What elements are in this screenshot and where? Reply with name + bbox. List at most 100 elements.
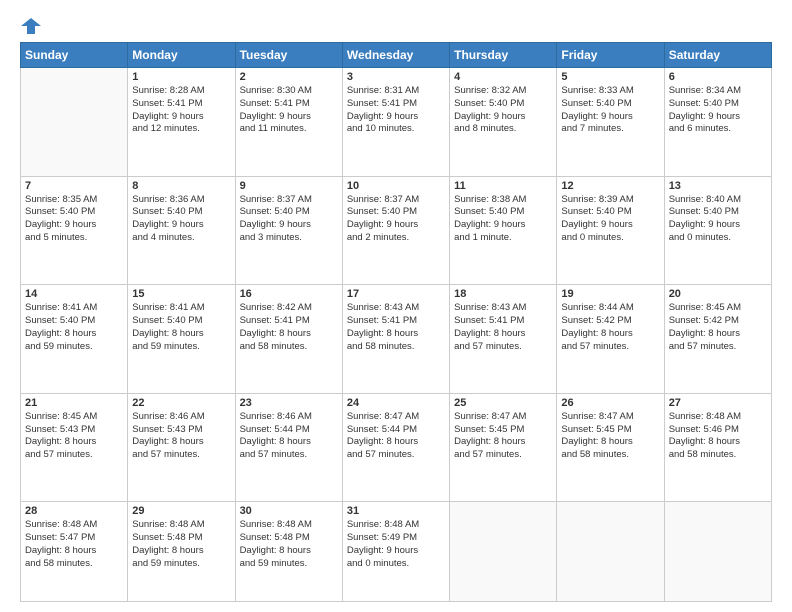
day-number: 28 (25, 505, 123, 517)
calendar-cell: 14 Sunrise: 8:41 AM Sunset: 5:40 PM Dayli… (21, 285, 128, 394)
day-number: 30 (240, 505, 338, 517)
day-number: 3 (347, 71, 445, 83)
day-info: Sunrise: 8:43 AM Sunset: 5:41 PM Dayligh… (347, 302, 445, 353)
day-number: 9 (240, 180, 338, 192)
calendar-cell: 27 Sunrise: 8:48 AM Sunset: 5:46 PM Dayli… (664, 393, 771, 502)
calendar-cell: 15Sunrise: 8:41 AM Sunset: 5:40 PM Dayli… (128, 285, 235, 394)
day-number: 19 (561, 288, 659, 300)
day-number: 29 (132, 505, 230, 517)
calendar-week-row: 14 Sunrise: 8:41 AM Sunset: 5:40 PM Dayli… (21, 285, 772, 394)
day-info: Sunrise: 8:46 AM Sunset: 5:44 PM Dayligh… (240, 411, 338, 462)
calendar-cell: 18 Sunrise: 8:43 AM Sunset: 5:41 PM Dayli… (450, 285, 557, 394)
calendar-week-row: 1 Sunrise: 8:28 AM Sunset: 5:41 PM Daylig… (21, 68, 772, 177)
calendar-week-row: 21 Sunrise: 8:45 AM Sunset: 5:43 PM Dayli… (21, 393, 772, 502)
day-info: Sunrise: 8:48 AM Sunset: 5:48 PM Dayligh… (240, 519, 338, 570)
calendar-cell: 1 Sunrise: 8:28 AM Sunset: 5:41 PM Daylig… (128, 68, 235, 177)
day-number: 26 (561, 397, 659, 409)
day-info: Sunrise: 8:48 AM Sunset: 5:49 PM Dayligh… (347, 519, 445, 570)
day-info: Sunrise: 8:34 AM Sunset: 5:40 PM Dayligh… (669, 85, 767, 136)
weekday-header-monday: Monday (128, 43, 235, 68)
calendar-cell: 25 Sunrise: 8:47 AM Sunset: 5:45 PM Dayli… (450, 393, 557, 502)
day-number: 5 (561, 71, 659, 83)
day-info: Sunrise: 8:30 AM Sunset: 5:41 PM Dayligh… (240, 85, 338, 136)
day-info: Sunrise: 8:46 AM Sunset: 5:43 PM Dayligh… (132, 411, 230, 462)
calendar-cell: 24 Sunrise: 8:47 AM Sunset: 5:44 PM Dayli… (342, 393, 449, 502)
calendar-cell: 5 Sunrise: 8:33 AM Sunset: 5:40 PM Daylig… (557, 68, 664, 177)
day-info: Sunrise: 8:41 AM Sunset: 5:40 PM Dayligh… (25, 302, 123, 353)
calendar-cell: 31 Sunrise: 8:48 AM Sunset: 5:49 PM Dayli… (342, 502, 449, 602)
day-number: 12 (561, 180, 659, 192)
calendar-table: SundayMondayTuesdayWednesdayThursdayFrid… (20, 42, 772, 602)
day-info: Sunrise: 8:44 AM Sunset: 5:42 PM Dayligh… (561, 302, 659, 353)
day-number: 4 (454, 71, 552, 83)
calendar-cell: 2 Sunrise: 8:30 AM Sunset: 5:41 PM Daylig… (235, 68, 342, 177)
day-info: Sunrise: 8:48 AM Sunset: 5:47 PM Dayligh… (25, 519, 123, 570)
calendar-cell: 12 Sunrise: 8:39 AM Sunset: 5:40 PM Dayli… (557, 176, 664, 285)
day-info: Sunrise: 8:31 AM Sunset: 5:41 PM Dayligh… (347, 85, 445, 136)
day-number: 1 (132, 71, 230, 83)
calendar-header-row: SundayMondayTuesdayWednesdayThursdayFrid… (21, 43, 772, 68)
weekday-header-friday: Friday (557, 43, 664, 68)
day-number: 7 (25, 180, 123, 192)
day-number: 31 (347, 505, 445, 517)
weekday-header-thursday: Thursday (450, 43, 557, 68)
day-info: Sunrise: 8:47 AM Sunset: 5:44 PM Dayligh… (347, 411, 445, 462)
day-number: 2 (240, 71, 338, 83)
calendar-cell: 7 Sunrise: 8:35 AM Sunset: 5:40 PM Daylig… (21, 176, 128, 285)
day-info: Sunrise: 8:33 AM Sunset: 5:40 PM Dayligh… (561, 85, 659, 136)
day-info: Sunrise: 8:36 AM Sunset: 5:40 PM Dayligh… (132, 194, 230, 245)
calendar-cell: 17Sunrise: 8:43 AM Sunset: 5:41 PM Dayli… (342, 285, 449, 394)
weekday-header-sunday: Sunday (21, 43, 128, 68)
day-number: 11 (454, 180, 552, 192)
calendar-cell: 10 Sunrise: 8:37 AM Sunset: 5:40 PM Dayli… (342, 176, 449, 285)
calendar-cell (21, 68, 128, 177)
calendar-cell: 13Sunrise: 8:40 AM Sunset: 5:40 PM Dayli… (664, 176, 771, 285)
day-info: Sunrise: 8:45 AM Sunset: 5:42 PM Dayligh… (669, 302, 767, 353)
day-number: 10 (347, 180, 445, 192)
day-number: 14 (25, 288, 123, 300)
calendar-cell: 26Sunrise: 8:47 AM Sunset: 5:45 PM Dayli… (557, 393, 664, 502)
weekday-header-tuesday: Tuesday (235, 43, 342, 68)
day-info: Sunrise: 8:45 AM Sunset: 5:43 PM Dayligh… (25, 411, 123, 462)
calendar-cell: 3 Sunrise: 8:31 AM Sunset: 5:41 PM Daylig… (342, 68, 449, 177)
day-info: Sunrise: 8:35 AM Sunset: 5:40 PM Dayligh… (25, 194, 123, 245)
header (20, 16, 772, 32)
calendar-cell: 28 Sunrise: 8:48 AM Sunset: 5:47 PM Dayli… (21, 502, 128, 602)
day-info: Sunrise: 8:37 AM Sunset: 5:40 PM Dayligh… (347, 194, 445, 245)
day-info: Sunrise: 8:39 AM Sunset: 5:40 PM Dayligh… (561, 194, 659, 245)
day-number: 24 (347, 397, 445, 409)
calendar-cell (664, 502, 771, 602)
day-number: 27 (669, 397, 767, 409)
day-number: 18 (454, 288, 552, 300)
day-info: Sunrise: 8:48 AM Sunset: 5:46 PM Dayligh… (669, 411, 767, 462)
logo (20, 16, 42, 32)
weekday-header-wednesday: Wednesday (342, 43, 449, 68)
calendar-cell: 6 Sunrise: 8:34 AM Sunset: 5:40 PM Daylig… (664, 68, 771, 177)
day-info: Sunrise: 8:41 AM Sunset: 5:40 PM Dayligh… (132, 302, 230, 353)
day-number: 23 (240, 397, 338, 409)
day-info: Sunrise: 8:40 AM Sunset: 5:40 PM Dayligh… (669, 194, 767, 245)
logo-bird-icon (21, 16, 41, 36)
day-number: 8 (132, 180, 230, 192)
day-number: 25 (454, 397, 552, 409)
calendar-cell: 20Sunrise: 8:45 AM Sunset: 5:42 PM Dayli… (664, 285, 771, 394)
calendar-cell: 30 Sunrise: 8:48 AM Sunset: 5:48 PM Dayli… (235, 502, 342, 602)
calendar-week-row: 28 Sunrise: 8:48 AM Sunset: 5:47 PM Dayli… (21, 502, 772, 602)
day-info: Sunrise: 8:28 AM Sunset: 5:41 PM Dayligh… (132, 85, 230, 136)
calendar-cell: 9Sunrise: 8:37 AM Sunset: 5:40 PM Daylig… (235, 176, 342, 285)
day-number: 6 (669, 71, 767, 83)
day-info: Sunrise: 8:47 AM Sunset: 5:45 PM Dayligh… (454, 411, 552, 462)
calendar-cell: 22 Sunrise: 8:46 AM Sunset: 5:43 PM Dayli… (128, 393, 235, 502)
day-number: 22 (132, 397, 230, 409)
weekday-header-saturday: Saturday (664, 43, 771, 68)
calendar-cell: 16 Sunrise: 8:42 AM Sunset: 5:41 PM Dayli… (235, 285, 342, 394)
day-info: Sunrise: 8:43 AM Sunset: 5:41 PM Dayligh… (454, 302, 552, 353)
day-info: Sunrise: 8:42 AM Sunset: 5:41 PM Dayligh… (240, 302, 338, 353)
calendar-cell: 23 Sunrise: 8:46 AM Sunset: 5:44 PM Dayli… (235, 393, 342, 502)
calendar-cell: 11Sunrise: 8:38 AM Sunset: 5:40 PM Dayli… (450, 176, 557, 285)
day-info: Sunrise: 8:32 AM Sunset: 5:40 PM Dayligh… (454, 85, 552, 136)
day-number: 16 (240, 288, 338, 300)
calendar-cell: 8 Sunrise: 8:36 AM Sunset: 5:40 PM Daylig… (128, 176, 235, 285)
calendar-cell (557, 502, 664, 602)
day-number: 21 (25, 397, 123, 409)
